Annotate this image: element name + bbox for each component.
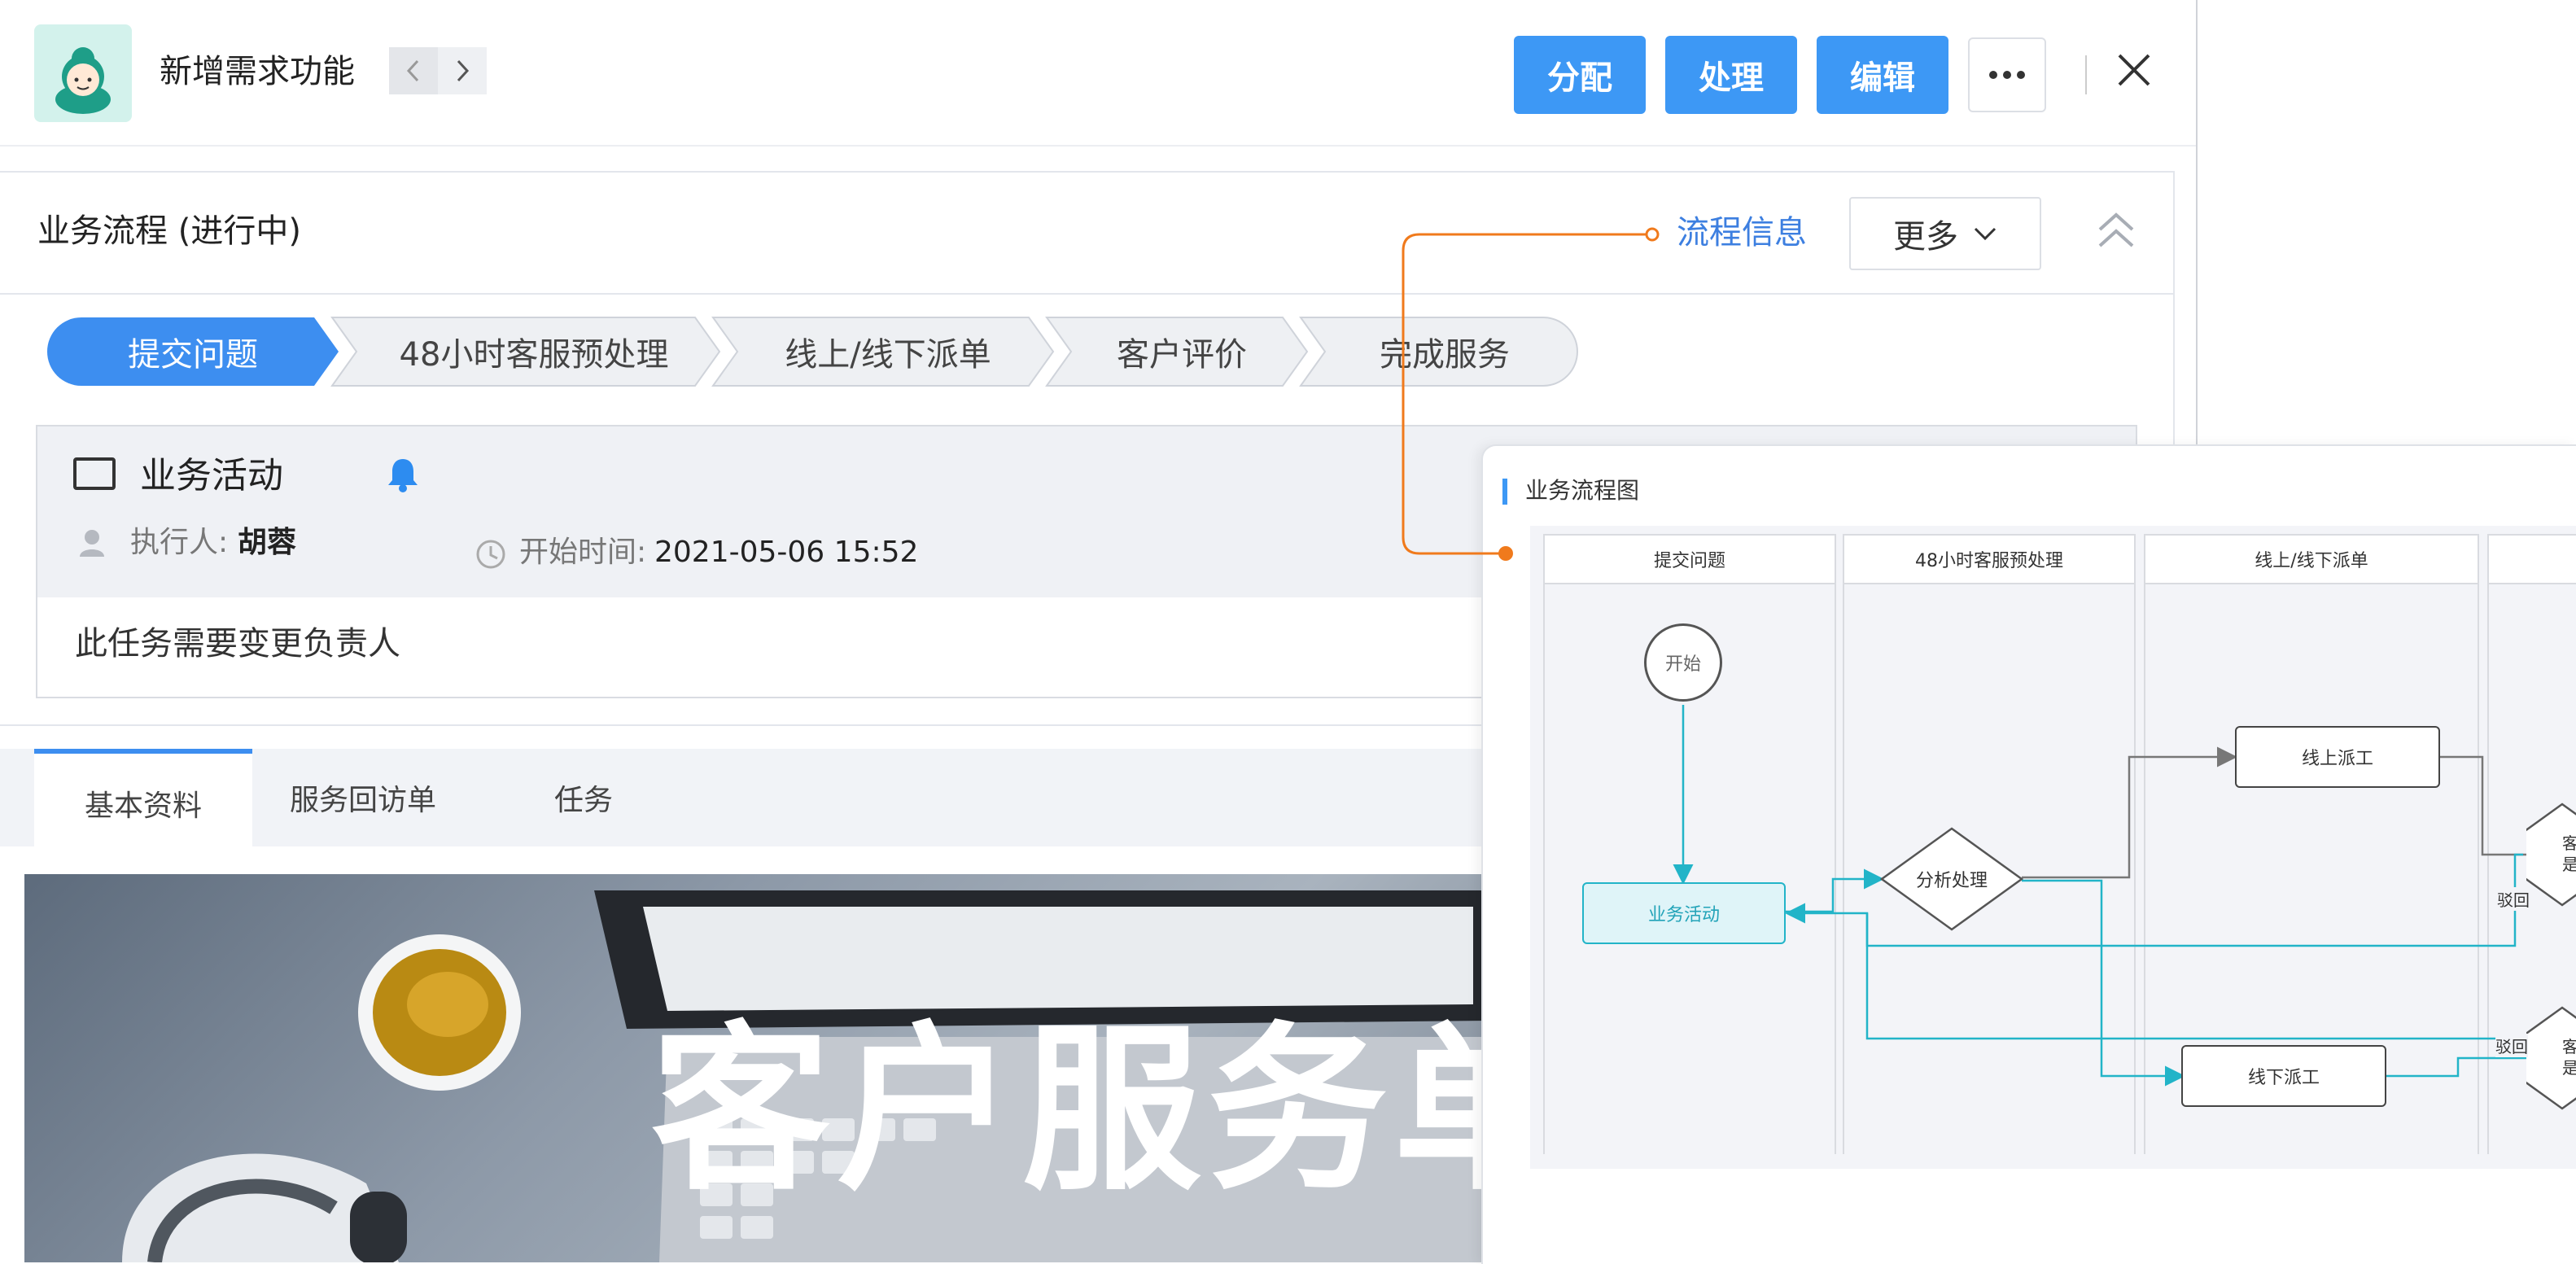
decision-1-label-a: 客 <box>2562 833 2576 853</box>
reject-label-1: 驳回 <box>2497 887 2530 911</box>
decision-2-label-b: 是 <box>2562 1058 2576 1078</box>
node-activity[interactable]: 业务活动 <box>1582 882 1786 944</box>
decision-2-label-a: 客 <box>2562 1037 2576 1056</box>
node-online-dispatch[interactable]: 线上派工 <box>2235 726 2440 788</box>
decision-1-label-b: 是 <box>2562 855 2576 874</box>
reject-label-2: 驳回 <box>2495 1034 2528 1057</box>
node-offline-dispatch[interactable]: 线下派工 <box>2181 1045 2386 1107</box>
node-analyze-label: 分析处理 <box>1915 871 1988 891</box>
node-start[interactable]: 开始 <box>1644 623 1722 702</box>
